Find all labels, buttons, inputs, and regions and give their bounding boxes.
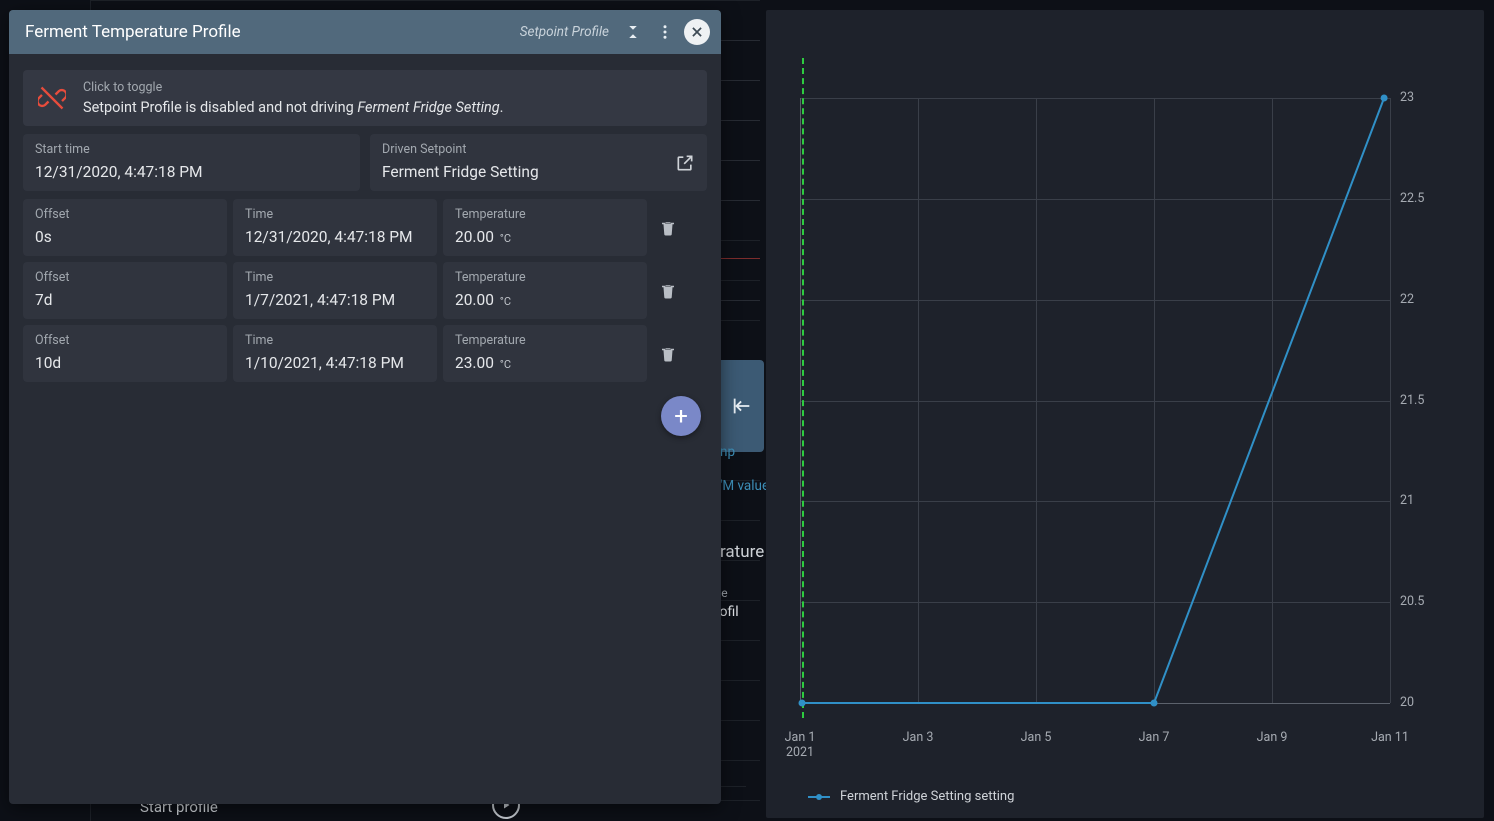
- offset-value: 7d: [35, 291, 215, 309]
- driven-setpoint-value: Ferment Fridge Setting: [382, 163, 695, 181]
- bg-label-pwm: 'M value: [720, 478, 769, 494]
- offset-label: Offset: [35, 207, 215, 222]
- enable-toggle-card[interactable]: Click to toggle Setpoint Profile is disa…: [23, 70, 707, 126]
- offset-label: Offset: [35, 333, 215, 348]
- y-tick-label: 22: [1400, 292, 1450, 307]
- offset-field[interactable]: Offset 10d: [23, 325, 227, 382]
- temperature-label: Temperature: [455, 270, 635, 285]
- chart-plot[interactable]: 2020.52121.52222.523Jan 12021Jan 3Jan 5J…: [800, 30, 1450, 760]
- start-time-field[interactable]: Start time 12/31/2020, 4:47:18 PM: [23, 134, 360, 191]
- dialog-subtitle: Setpoint Profile: [241, 24, 615, 40]
- dialog-header: Ferment Temperature Profile Setpoint Pro…: [9, 10, 721, 54]
- setpoint-profile-dialog: Ferment Temperature Profile Setpoint Pro…: [9, 10, 721, 804]
- temperature-label: Temperature: [455, 333, 635, 348]
- collapse-icon[interactable]: [619, 18, 647, 46]
- temperature-label: Temperature: [455, 207, 635, 222]
- more-icon[interactable]: [651, 18, 679, 46]
- toggle-status: Setpoint Profile is disabled and not dri…: [83, 99, 504, 116]
- offset-field[interactable]: Offset 7d: [23, 262, 227, 319]
- delete-row-button[interactable]: [653, 345, 683, 363]
- x-tick-label: Jan 7: [1124, 730, 1184, 745]
- drawer-collapse-button[interactable]: [720, 360, 764, 452]
- time-label: Time: [245, 270, 425, 285]
- x-tick-label: Jan 12021: [770, 730, 830, 760]
- toggle-hint: Click to toggle: [83, 80, 504, 95]
- profile-row: Offset 10d Time 1/10/2021, 4:47:18 PM Temper…: [23, 325, 707, 382]
- profile-row: Offset 7d Time 1/7/2021, 4:47:18 PM Temperat…: [23, 262, 707, 319]
- time-label: Time: [245, 207, 425, 222]
- close-button[interactable]: [683, 18, 711, 46]
- trash-icon: [659, 219, 677, 237]
- chart-series: [800, 98, 1390, 703]
- offset-value: 10d: [35, 354, 215, 372]
- time-label: Time: [245, 333, 425, 348]
- x-tick-label: Jan 5: [1006, 730, 1066, 745]
- temperature-value: 23.00 °C: [455, 354, 635, 372]
- time-field[interactable]: Time 1/10/2021, 4:47:18 PM: [233, 325, 437, 382]
- offset-value: 0s: [35, 228, 215, 246]
- profile-row: Offset 0s Time 12/31/2020, 4:47:18 PM Temper…: [23, 199, 707, 256]
- start-time-value: 12/31/2020, 4:47:18 PM: [35, 163, 348, 181]
- temperature-value: 20.00 °C: [455, 228, 635, 246]
- y-tick-label: 21.5: [1400, 393, 1450, 408]
- time-value: 1/10/2021, 4:47:18 PM: [245, 354, 425, 372]
- y-tick-label: 20: [1400, 695, 1450, 710]
- open-external-icon[interactable]: [673, 151, 697, 175]
- link-broken-icon: [37, 83, 67, 113]
- time-value: 12/31/2020, 4:47:18 PM: [245, 228, 425, 246]
- bg-section-title: rature: [720, 542, 764, 562]
- offset-field[interactable]: Offset 0s: [23, 199, 227, 256]
- profile-chart-panel: 20 20.5 21 21.5 22 22.5 23 Jan 12021 Jan 3 Jan 5 J…: [766, 10, 1484, 818]
- offset-label: Offset: [35, 270, 215, 285]
- x-tick-label: Jan 3: [888, 730, 948, 745]
- start-time-label: Start time: [35, 142, 348, 157]
- legend-label: Ferment Fridge Setting setting: [840, 789, 1014, 804]
- close-icon: [684, 19, 710, 45]
- legend-line-icon: [808, 796, 830, 798]
- temperature-field[interactable]: Temperature 23.00 °C: [443, 325, 647, 382]
- x-tick-label: Jan 11: [1360, 730, 1420, 745]
- time-value: 1/7/2021, 4:47:18 PM: [245, 291, 425, 309]
- gridline-v: [1390, 98, 1391, 703]
- delete-row-button[interactable]: [653, 282, 683, 300]
- y-tick-label: 20.5: [1400, 594, 1450, 609]
- y-tick-label: 21: [1400, 493, 1450, 508]
- bg-label-np: np: [720, 444, 735, 460]
- driven-setpoint-label: Driven Setpoint: [382, 142, 695, 157]
- y-tick-label: 23: [1400, 90, 1450, 105]
- temperature-field[interactable]: Temperature 20.00 °C: [443, 199, 647, 256]
- chart-legend: Ferment Fridge Setting setting: [808, 789, 1014, 804]
- add-row-button[interactable]: +: [661, 396, 701, 436]
- time-field[interactable]: Time 12/31/2020, 4:47:18 PM: [233, 199, 437, 256]
- x-tick-label: Jan 9: [1242, 730, 1302, 745]
- temperature-value: 20.00 °C: [455, 291, 635, 309]
- trash-icon: [659, 345, 677, 363]
- chart-plot-area: 2020.52121.52222.523Jan 12021Jan 3Jan 5J…: [800, 98, 1390, 703]
- trash-icon: [659, 282, 677, 300]
- dialog-title: Ferment Temperature Profile: [25, 22, 241, 42]
- temperature-field[interactable]: Temperature 20.00 °C: [443, 262, 647, 319]
- plus-icon: +: [674, 404, 688, 428]
- delete-row-button[interactable]: [653, 219, 683, 237]
- y-tick-label: 22.5: [1400, 191, 1450, 206]
- time-field[interactable]: Time 1/7/2021, 4:47:18 PM: [233, 262, 437, 319]
- driven-setpoint-field[interactable]: Driven Setpoint Ferment Fridge Setting: [370, 134, 707, 191]
